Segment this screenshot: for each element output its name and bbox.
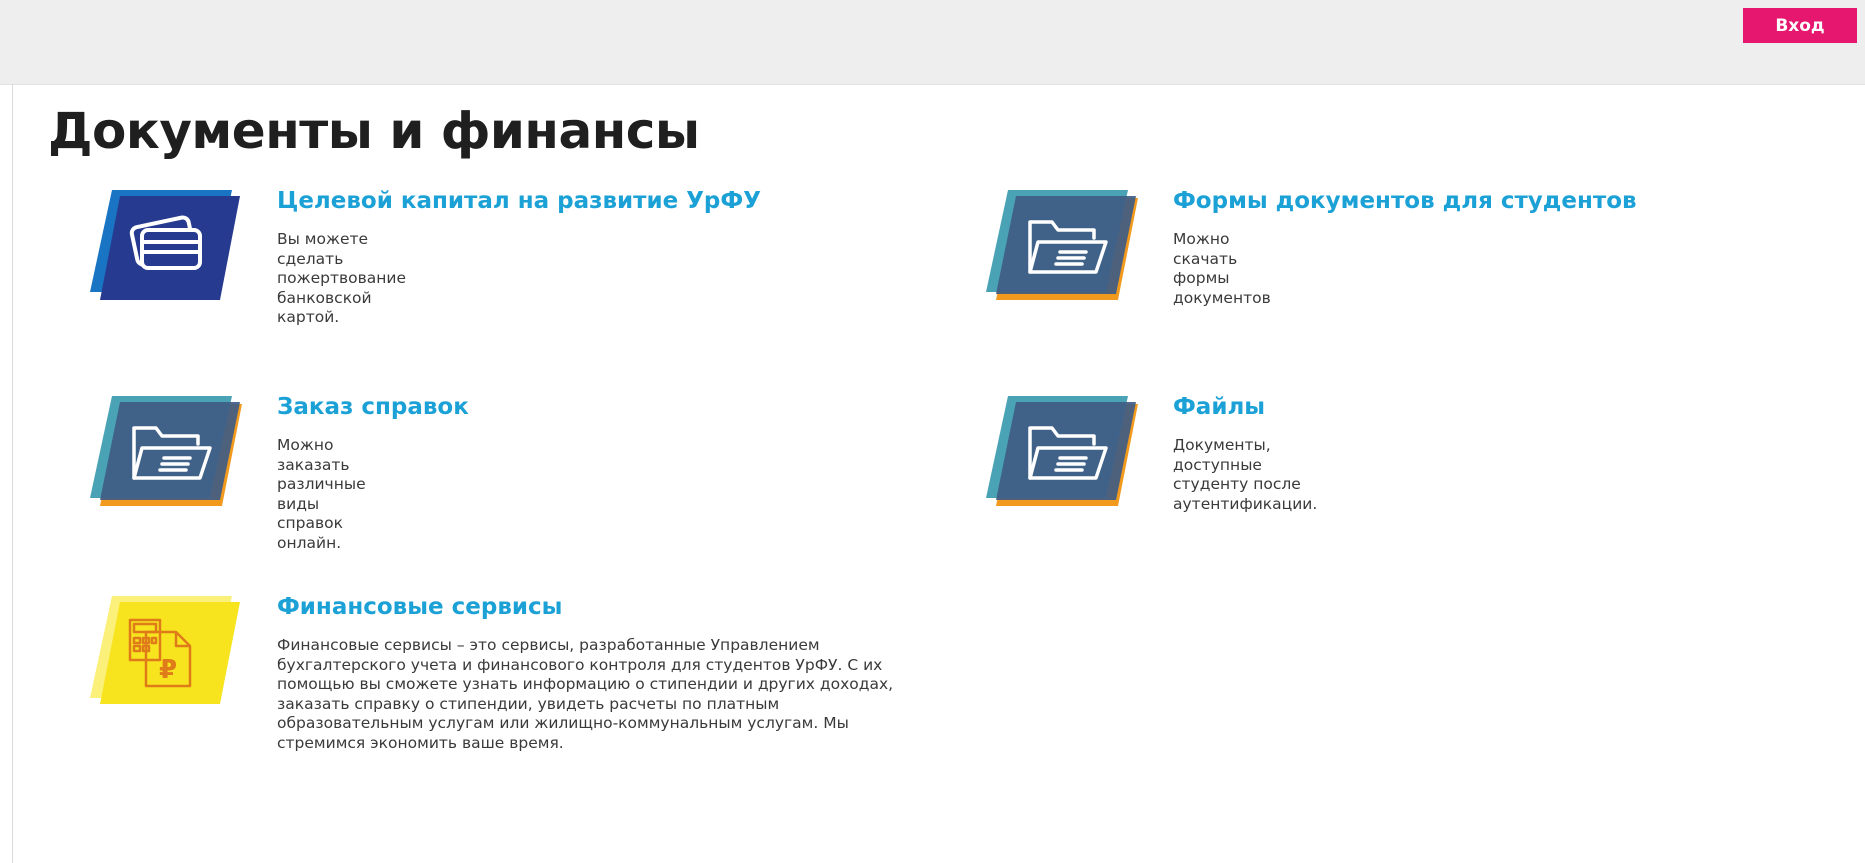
page-title: Документы и финансы	[48, 102, 700, 160]
card-title-endowment[interactable]: Целевой капитал на развитие УрФУ	[277, 188, 761, 214]
credit-card-icon[interactable]	[82, 186, 262, 306]
ruble-calculator-icon[interactable]: ₽	[82, 592, 262, 712]
svg-text:₽: ₽	[159, 655, 177, 685]
folder-icon[interactable]	[978, 392, 1158, 512]
card-title-financial-services[interactable]: Финансовые сервисы	[277, 594, 562, 620]
folder-icon[interactable]	[82, 392, 262, 512]
card-description-files: Документы, доступные студенту после ауте…	[1173, 436, 1318, 513]
login-button[interactable]: Вход	[1743, 8, 1857, 43]
top-bar: Вход	[0, 0, 1865, 85]
card-title-certificate-orders[interactable]: Заказ справок	[277, 394, 469, 420]
card-title-document-forms[interactable]: Формы документов для студентов	[1173, 188, 1637, 214]
card-description-financial-services: Финансовые сервисы – это сервисы, разраб…	[277, 636, 894, 752]
folder-icon[interactable]	[978, 186, 1158, 306]
card-title-files[interactable]: Файлы	[1173, 394, 1265, 420]
left-divider	[12, 84, 13, 863]
card-description-certificate-orders: Можно заказать различные виды справок он…	[277, 436, 366, 552]
card-description-document-forms: Можно скачать формы документов	[1173, 230, 1271, 307]
card-description-endowment: Вы можете сделать пожертвование банковск…	[277, 230, 406, 326]
